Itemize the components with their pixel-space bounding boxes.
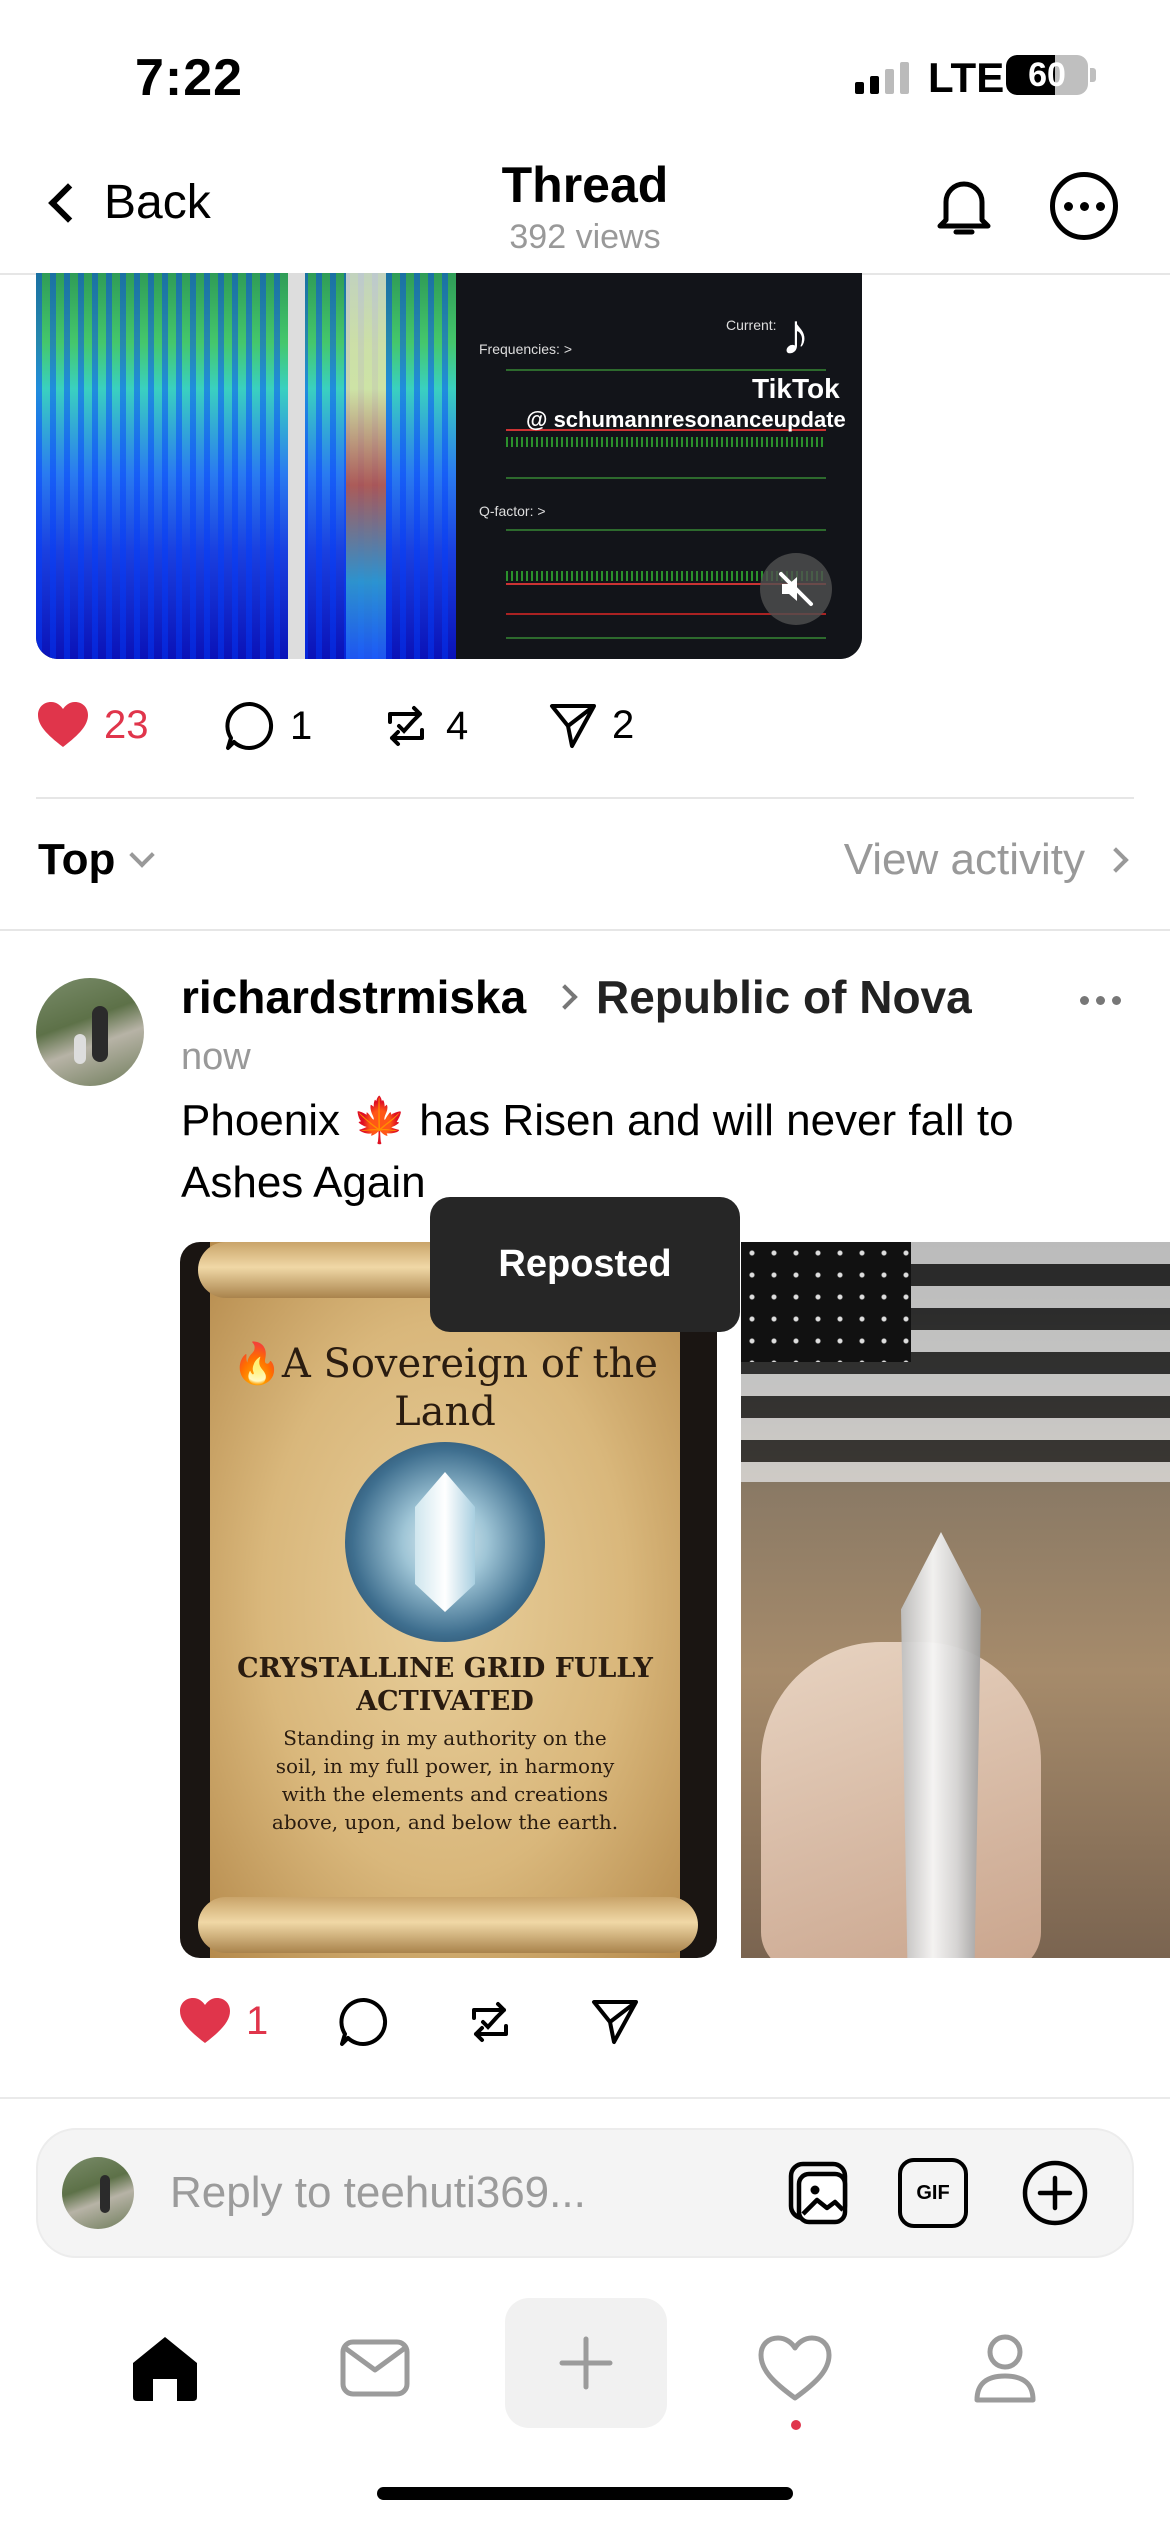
share-button[interactable]: 2 <box>548 700 634 750</box>
scroll-body: Standing in my authority on the soil, in… <box>271 1726 619 1834</box>
crystal-emblem-icon <box>345 1442 545 1642</box>
like-count: 23 <box>104 702 149 747</box>
avatar[interactable] <box>36 978 144 1086</box>
cell-signal-icon <box>855 58 909 94</box>
post-more-icon[interactable] <box>1080 996 1121 1005</box>
compose-button[interactable] <box>505 2298 667 2428</box>
tab-profile[interactable] <box>965 2328 1045 2408</box>
heart-icon <box>180 1998 230 2043</box>
frequencies-label: Frequencies: > <box>479 341 572 357</box>
reply-divider <box>0 2097 1170 2099</box>
reply-avatar <box>62 2157 134 2229</box>
repost-count: 4 <box>446 703 469 748</box>
heart-icon <box>38 702 88 747</box>
tab-inbox[interactable] <box>335 2328 415 2408</box>
tab-activity[interactable] <box>755 2328 835 2408</box>
comment-icon <box>225 701 274 750</box>
post-username[interactable]: richardstrmiska <box>181 970 526 1024</box>
hand <box>761 1642 1041 1958</box>
reply-placeholder[interactable]: Reply to teehuti369... <box>170 2168 586 2218</box>
profile-icon <box>974 2334 1036 2403</box>
network-label: LTE <box>928 54 1005 101</box>
tiktok-text: TikTok <box>752 373 840 404</box>
sort-dropdown[interactable]: Top <box>38 835 156 885</box>
post-like-button[interactable]: 1 <box>178 1996 268 2046</box>
tab-home[interactable] <box>125 2328 205 2408</box>
add-circle-icon[interactable] <box>1020 2158 1090 2228</box>
scroll-rod-bottom <box>198 1897 698 1953</box>
battery-level: 60 <box>1028 55 1066 94</box>
like-button[interactable]: 23 <box>36 700 149 750</box>
flag-stars <box>741 1242 911 1362</box>
more-icon[interactable] <box>1050 172 1118 240</box>
post-image-scroll[interactable]: 🔥A Sovereign of the Land CRYSTALLINE GRI… <box>180 1242 717 1958</box>
view-activity-link[interactable]: View activity <box>843 835 1129 885</box>
repost-icon <box>388 706 424 746</box>
post-text: Phoenix 🍁 has Risen and will never fall … <box>181 1090 1121 1214</box>
quartz-crystal <box>901 1532 981 1958</box>
chevron-down-icon <box>129 842 156 868</box>
chevron-right-icon <box>552 984 578 1010</box>
post-timestamp: now <box>181 1036 251 1078</box>
reposted-toast: Reposted <box>430 1197 740 1332</box>
share-icon <box>550 704 596 748</box>
gif-label: GIF <box>916 2181 950 2204</box>
battery-nub <box>1090 68 1096 82</box>
status-time: 7:22 <box>135 49 244 107</box>
tiktok-logo-icon: ♪ <box>781 302 810 367</box>
repost-button[interactable]: 4 <box>380 700 468 752</box>
post-like-count: 1 <box>246 1998 269 2043</box>
gif-icon[interactable]: GIF <box>898 2158 968 2228</box>
scroll-heading: CRYSTALLINE GRID FULLY ACTIVATED <box>237 1653 653 1717</box>
post-share-button[interactable] <box>590 1996 640 2046</box>
current-label: Current: <box>726 317 777 333</box>
post-text-start: Phoenix <box>181 1096 353 1145</box>
battery-icon: 60 <box>1006 55 1088 95</box>
comment-icon <box>339 1997 388 2046</box>
post-community[interactable]: Republic of Nova <box>596 970 972 1024</box>
mute-icon[interactable] <box>760 553 832 625</box>
sort-label: Top <box>38 835 116 884</box>
scroll-title: 🔥A Sovereign of the Land <box>232 1341 658 1435</box>
inbox-icon <box>340 2339 410 2397</box>
sort-divider <box>0 929 1170 931</box>
home-indicator <box>377 2487 793 2500</box>
video-player[interactable]: Frequencies: > Q-factor: > Current: ♪ Ti… <box>36 273 862 659</box>
speaker-muted-icon <box>779 572 813 606</box>
post-reply-button[interactable] <box>338 1996 390 2048</box>
home-icon <box>133 2337 197 2401</box>
reply-button[interactable]: 1 <box>224 700 312 752</box>
post-repost-button[interactable] <box>464 1996 516 2048</box>
share-count: 2 <box>612 702 635 747</box>
notification-dot <box>791 2420 801 2430</box>
activity-heart-icon <box>758 2335 832 2401</box>
gallery-icon[interactable] <box>783 2158 853 2228</box>
post-actions: 1 <box>178 1996 678 2056</box>
tiktok-handle: @ schumannresonanceupdate <box>526 407 846 432</box>
share-icon <box>592 2000 638 2044</box>
view-activity-label: View activity <box>843 835 1085 884</box>
thread-actions: 23 1 4 2 <box>36 700 836 760</box>
leaf-emoji: 🍁 <box>352 1096 408 1145</box>
section-divider <box>36 797 1134 799</box>
bell-icon[interactable] <box>928 170 1000 242</box>
q-factor-label: Q-factor: > <box>479 503 546 519</box>
reply-count: 1 <box>290 703 313 748</box>
chevron-right-icon <box>1103 847 1129 873</box>
post-image-crystal[interactable] <box>741 1242 1170 1958</box>
plus-icon <box>559 2336 613 2390</box>
repost-icon <box>472 2002 508 2042</box>
spectrogram-image <box>36 273 456 659</box>
